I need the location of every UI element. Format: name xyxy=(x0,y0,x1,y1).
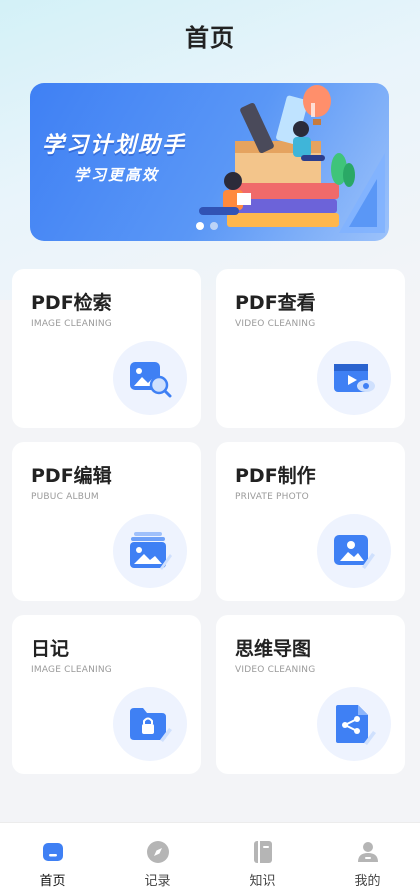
card-pdf-edit[interactable]: PDF编辑 PUBUC ALBUM xyxy=(12,442,201,601)
user-icon xyxy=(356,840,380,864)
tab-profile[interactable]: 我的 xyxy=(315,823,420,893)
tab-knowledge[interactable]: 知识 xyxy=(210,823,315,893)
banner-illustration xyxy=(199,85,385,233)
card-title: 思维导图 xyxy=(235,638,312,660)
mindmap-doc-icon xyxy=(317,687,391,761)
card-subtitle: PUBUC ALBUM xyxy=(31,492,99,502)
photo-edit-icon xyxy=(317,514,391,588)
card-mindmap[interactable]: 思维导图 VIDEO CLEANING xyxy=(216,615,405,774)
card-subtitle: IMAGE CLEANING xyxy=(31,665,112,675)
video-view-icon xyxy=(317,341,391,415)
card-pdf-search[interactable]: PDF检索 IMAGE CLEANING xyxy=(12,269,201,428)
tab-label: 记录 xyxy=(144,874,171,889)
tab-label: 知识 xyxy=(249,874,276,889)
home-icon xyxy=(41,840,65,864)
card-title: PDF检索 xyxy=(31,292,112,314)
banner-title: 学习计划助手 xyxy=(42,133,187,158)
banner-carousel[interactable]: 学习计划助手 学习更高效 xyxy=(30,83,389,241)
card-pdf-view[interactable]: PDF查看 VIDEO CLEANING xyxy=(216,269,405,428)
tab-home[interactable]: 首页 xyxy=(0,823,105,893)
card-subtitle: VIDEO CLEANING xyxy=(235,319,316,329)
compass-icon xyxy=(146,840,170,864)
locked-folder-icon xyxy=(113,687,187,761)
card-title: PDF编辑 xyxy=(31,465,112,487)
album-edit-icon xyxy=(113,514,187,588)
tab-label: 我的 xyxy=(354,874,381,889)
card-title: 日记 xyxy=(31,638,70,660)
carousel-dot-active[interactable] xyxy=(196,222,204,230)
card-title: PDF查看 xyxy=(235,292,316,314)
card-diary[interactable]: 日记 IMAGE CLEANING xyxy=(12,615,201,774)
card-subtitle: IMAGE CLEANING xyxy=(31,319,112,329)
tab-label: 首页 xyxy=(39,874,66,889)
page-title: 首页 xyxy=(185,24,235,52)
card-title: PDF制作 xyxy=(235,465,316,487)
card-subtitle: PRIVATE PHOTO xyxy=(235,492,309,502)
tab-records[interactable]: 记录 xyxy=(105,823,210,893)
carousel-indicator xyxy=(196,222,218,230)
card-subtitle: VIDEO CLEANING xyxy=(235,665,316,675)
card-pdf-create[interactable]: PDF制作 PRIVATE PHOTO xyxy=(216,442,405,601)
book-icon xyxy=(251,840,275,864)
banner-subtitle: 学习更高效 xyxy=(74,166,160,184)
image-search-icon xyxy=(113,341,187,415)
carousel-dot[interactable] xyxy=(210,222,218,230)
bottom-tab-bar: 首页 记录 知识 我的 xyxy=(0,822,420,893)
